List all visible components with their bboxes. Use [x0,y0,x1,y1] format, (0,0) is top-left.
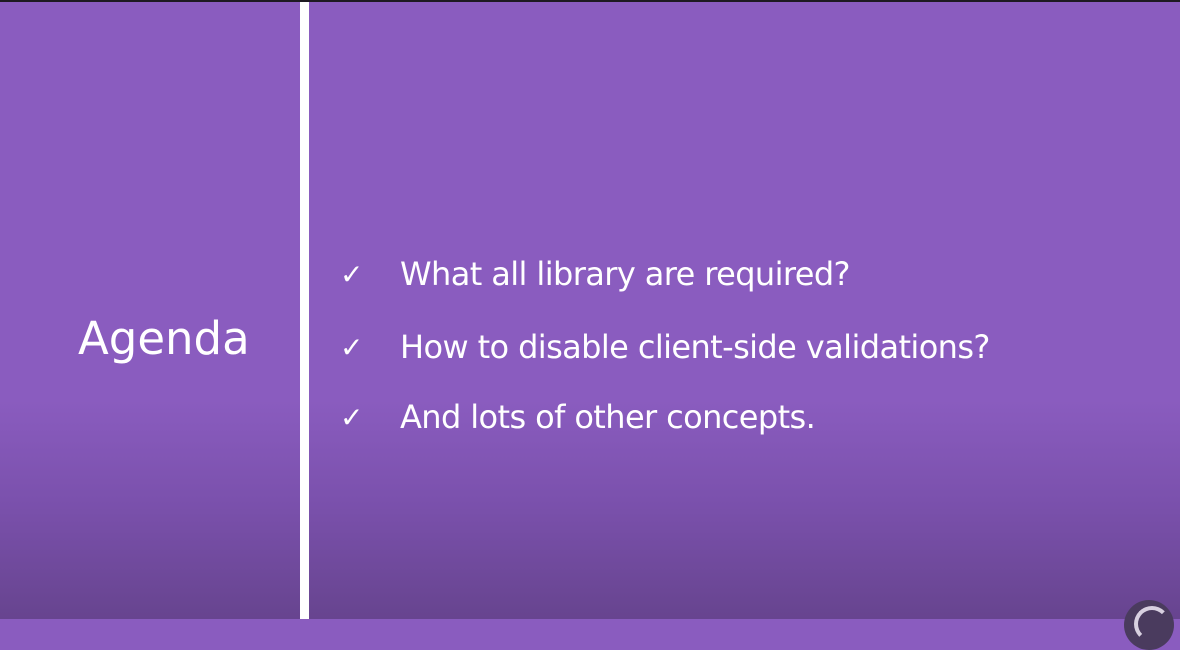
agenda-item: ✓ How to disable client-side validations… [340,328,990,366]
checkmark-icon: ✓ [340,330,364,364]
top-border [0,0,1180,2]
checkmark-icon: ✓ [340,257,364,291]
channel-logo-icon [1124,600,1174,650]
agenda-item-text: What all library are required? [400,255,851,293]
vertical-divider [300,2,309,619]
agenda-item: ✓ What all library are required? [340,255,851,293]
agenda-item: ✓ And lots of other concepts. [340,398,816,436]
checkmark-icon: ✓ [340,400,364,434]
slide-title: Agenda [78,312,250,365]
agenda-item-text: And lots of other concepts. [400,398,816,436]
agenda-item-text: How to disable client-side validations? [400,328,990,366]
